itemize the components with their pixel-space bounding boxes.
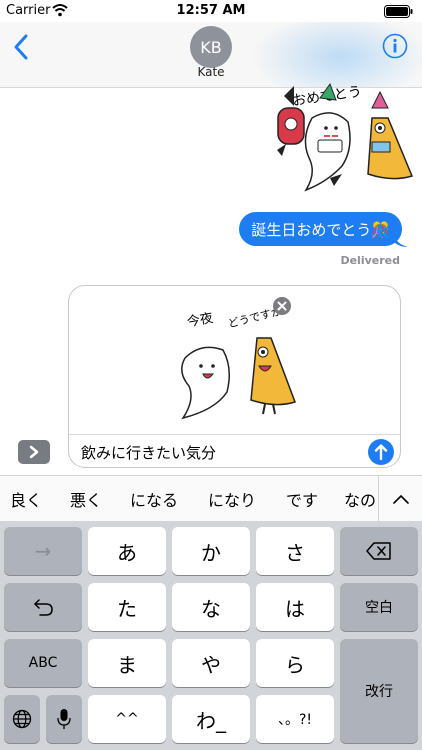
return-key[interactable]: 改行 [340, 639, 418, 743]
expand-apps-button[interactable] [18, 440, 50, 464]
sticker-preview-caption-1: 今夜 [186, 310, 214, 330]
suggestion-1[interactable]: 良く [10, 476, 42, 522]
key-arrow[interactable]: → [4, 527, 82, 575]
key-ma[interactable]: ま [88, 639, 166, 687]
delete-key[interactable] [340, 527, 418, 575]
sent-message-text: 誕生日おめでとう🎊 [251, 220, 390, 239]
suggestion-5[interactable]: です [286, 476, 318, 522]
suggestions-toggle[interactable] [378, 476, 422, 522]
undo-icon [34, 599, 53, 616]
key-wa[interactable]: わ_ [172, 695, 250, 743]
divider [69, 434, 400, 435]
contact-name[interactable]: Kate [0, 65, 422, 79]
battery-icon [384, 5, 413, 18]
suggestion-4[interactable]: になり [208, 476, 256, 522]
key-sa[interactable]: さ [256, 527, 334, 575]
globe-key[interactable] [4, 695, 40, 743]
status-time: 12:57 AM [176, 3, 246, 18]
key-ta[interactable]: た [88, 583, 166, 631]
message-input[interactable]: 飲みに行きたい気分 [81, 442, 216, 463]
sticker-preview: 今夜 どうですか？ [181, 302, 296, 420]
globe-icon [12, 709, 32, 729]
close-icon[interactable] [273, 297, 291, 315]
abc-key[interactable]: ABC [4, 639, 82, 687]
delivery-status: Delivered [340, 254, 400, 267]
key-ya[interactable]: や [172, 639, 250, 687]
key-ha[interactable]: は [256, 583, 334, 631]
sent-message-bubble[interactable]: 誕生日おめでとう🎊 [239, 212, 402, 246]
key-ra[interactable]: ら [256, 639, 334, 687]
suggestion-6[interactable]: なの [344, 476, 376, 522]
birthday-sticker[interactable]: おめでとう [272, 78, 422, 198]
key-emoticon[interactable]: ^^ [88, 695, 166, 743]
backspace-icon [366, 542, 391, 560]
suggestion-2[interactable]: 悪く [70, 476, 102, 522]
undo-key[interactable] [4, 583, 82, 631]
microphone-icon [57, 709, 71, 729]
back-chevron-icon[interactable] [8, 32, 34, 62]
predictive-bar: 良く 悪く になる になり です なの [0, 475, 422, 522]
keyboard: → あ か さ た な は 空白 ABC ま や ら 改行 ^^ わ_ 、。?! [0, 521, 422, 750]
status-bar: Carrier 12:57 AM [0, 0, 422, 22]
chevron-up-icon [392, 494, 409, 504]
avatar-initials: KB [200, 37, 222, 57]
dictation-key[interactable] [46, 695, 82, 743]
key-na[interactable]: な [172, 583, 250, 631]
avatar[interactable]: KB [190, 26, 232, 68]
key-punctuation[interactable]: 、。?! [256, 695, 334, 743]
suggestion-3[interactable]: になる [130, 476, 178, 522]
chevron-right-icon [29, 445, 39, 459]
message-composer[interactable]: 今夜 どうですか？ 飲みに行きたい気分 [68, 285, 401, 468]
bubble-tail [394, 234, 408, 247]
send-arrow-icon[interactable] [368, 439, 394, 465]
key-ka[interactable]: か [172, 527, 250, 575]
space-key[interactable]: 空白 [340, 583, 418, 631]
info-icon[interactable] [382, 33, 408, 59]
key-a[interactable]: あ [88, 527, 166, 575]
